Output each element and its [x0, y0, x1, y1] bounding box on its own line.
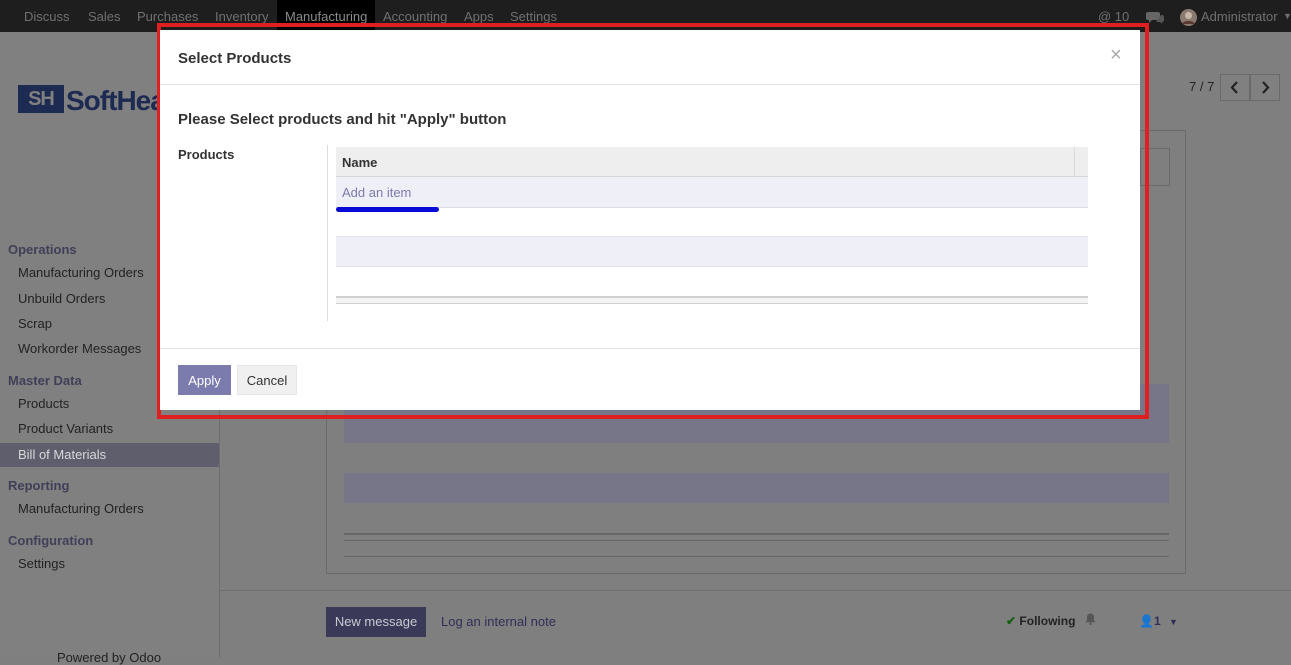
menu-discuss[interactable]: Discuss [16, 0, 78, 32]
close-icon[interactable]: × [1110, 44, 1122, 67]
company-logo: SH SoftHea [18, 85, 166, 117]
following-toggle[interactable]: ✔ Following [1006, 614, 1075, 628]
column-divider [1074, 147, 1075, 177]
bg-table-footer [344, 533, 1169, 535]
check-icon: ✔ [1006, 614, 1017, 628]
followers-button[interactable]: 👤1 ▼ [1139, 614, 1178, 628]
sidebar-item-settings[interactable]: Settings [0, 552, 219, 576]
dialog-title: Select Products [178, 50, 292, 67]
dialog-footer: Apply Cancel [160, 348, 1140, 410]
underline-marker [336, 207, 439, 212]
sidebar-section-master-data: Master Data [8, 373, 82, 388]
chevron-left-icon [1230, 81, 1238, 94]
menu-sales[interactable]: Sales [80, 0, 129, 32]
sidebar-section-reporting: Reporting [8, 478, 70, 493]
dialog-header: Select Products × [160, 30, 1140, 85]
field-divider [327, 145, 328, 321]
chevron-down-icon: ▼ [1168, 617, 1178, 627]
sidebar-item-product-variants[interactable]: Product Variants [0, 417, 219, 441]
chevron-down-icon[interactable]: ▼ [1283, 0, 1291, 32]
log-note-link[interactable]: Log an internal note [441, 614, 556, 629]
pager-next-button[interactable] [1250, 74, 1280, 101]
products-field-label: Products [178, 147, 235, 162]
followers-count: 1 [1153, 614, 1161, 628]
chevron-right-icon [1262, 81, 1270, 94]
products-table-footer [336, 296, 1088, 304]
bg-table-footer-line [344, 540, 1169, 541]
user-avatar[interactable] [1180, 0, 1197, 32]
pager-previous-button[interactable] [1220, 74, 1250, 101]
add-item-link[interactable]: Add an item [342, 185, 411, 200]
column-header-name[interactable]: Name [342, 155, 377, 170]
products-table-header: Name [336, 147, 1088, 177]
select-products-dialog: Select Products × Please Select products… [160, 30, 1140, 410]
bg-table-row [344, 473, 1169, 503]
cancel-button[interactable]: Cancel [237, 365, 297, 395]
bell-icon[interactable] [1085, 613, 1096, 625]
bg-table-bottom-line [344, 556, 1169, 557]
dialog-instruction: Please Select products and hit "Apply" b… [178, 111, 507, 128]
user-icon: 👤 [1139, 614, 1154, 628]
table-row-add: Add an item [336, 177, 1088, 208]
apply-button[interactable]: Apply [178, 365, 231, 395]
table-row [336, 236, 1088, 267]
new-message-button[interactable]: New message [326, 607, 426, 637]
user-menu-name[interactable]: Administrator [1201, 0, 1278, 32]
sidebar-section-operations: Operations [8, 242, 77, 257]
sidebar-section-configuration: Configuration [8, 533, 94, 548]
following-label: Following [1019, 614, 1076, 628]
sidebar-item-reporting-manufacturing-orders[interactable]: Manufacturing Orders [0, 497, 219, 521]
pager-value: 7 / 7 [1189, 79, 1215, 94]
sidebar-item-bill-of-materials[interactable]: Bill of Materials [0, 443, 219, 467]
